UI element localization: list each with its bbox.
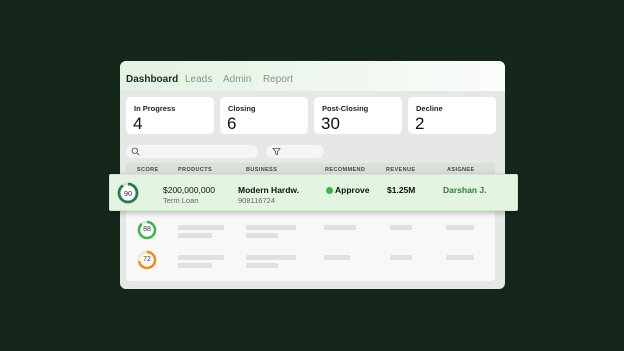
table-body xyxy=(126,211,495,281)
placeholder-bar xyxy=(246,263,278,268)
placeholder-bar xyxy=(178,263,212,268)
recommend-value: Approve xyxy=(335,185,370,195)
stat-label: Post-Closing xyxy=(322,104,369,113)
tab-admin[interactable]: Admin xyxy=(223,74,251,85)
stat-label: Decline xyxy=(416,104,443,113)
highlighted-table-row[interactable]: 90 $200,000,000 Term Loan Modern Hardw. … xyxy=(109,174,518,211)
placeholder-bar xyxy=(246,233,278,238)
column-header-products[interactable]: PRODUCTS xyxy=(178,167,212,173)
business-name: Modern Hardw. xyxy=(238,185,300,195)
stat-value: 4 xyxy=(133,114,143,133)
placeholder-bar xyxy=(178,225,224,230)
score-value: 88 xyxy=(143,226,151,233)
stat-value: 2 xyxy=(415,114,425,133)
placeholder-bar xyxy=(178,233,212,238)
business-id: 908116724 xyxy=(238,196,275,205)
stat-decline[interactable]: Decline 2 xyxy=(408,97,496,134)
search-input[interactable] xyxy=(126,145,258,158)
column-header-assignee[interactable]: ASIGNEE xyxy=(447,167,475,173)
tab-dashboard[interactable]: Dashboard xyxy=(126,74,178,85)
column-header-recommend[interactable]: RECOMMEND xyxy=(325,167,365,173)
stat-label: Closing xyxy=(228,104,256,113)
column-header-revenue[interactable]: REVENUE xyxy=(386,167,415,173)
placeholder-bar xyxy=(446,225,474,230)
placeholder-bar xyxy=(446,255,474,260)
placeholder-bar xyxy=(324,225,356,230)
score-value: 72 xyxy=(143,256,151,263)
stat-closing[interactable]: Closing 6 xyxy=(220,97,308,134)
placeholder-bar xyxy=(390,255,412,260)
column-header-business[interactable]: BUSINESS xyxy=(246,167,277,173)
filter-button[interactable] xyxy=(266,145,324,158)
stat-post-closing[interactable]: Post-Closing 30 xyxy=(314,97,402,134)
placeholder-bar xyxy=(246,255,296,260)
placeholder-bar xyxy=(390,225,412,230)
stat-value: 30 xyxy=(321,114,340,133)
tab-leads[interactable]: Leads xyxy=(185,74,212,85)
placeholder-bar xyxy=(178,255,224,260)
placeholder-bar xyxy=(324,255,350,260)
product-amount: $200,000,000 xyxy=(163,185,215,195)
product-type: Term Loan xyxy=(163,196,199,205)
placeholder-bar xyxy=(246,225,296,230)
search-icon xyxy=(131,147,140,156)
score-value: 90 xyxy=(123,189,133,198)
stat-value: 6 xyxy=(227,114,237,133)
stat-in-progress[interactable]: In Progress 4 xyxy=(126,97,214,134)
stat-label: In Progress xyxy=(134,104,176,113)
column-header-score[interactable]: SCORE xyxy=(137,167,159,173)
top-nav: Dashboard Leads Admin Report xyxy=(120,61,505,91)
assignee-name[interactable]: Darshan J. xyxy=(443,185,486,195)
status-dot-icon xyxy=(326,187,333,194)
tab-report[interactable]: Report xyxy=(263,74,293,85)
filter-icon xyxy=(272,147,281,156)
revenue-value: $1.25M xyxy=(387,185,416,195)
